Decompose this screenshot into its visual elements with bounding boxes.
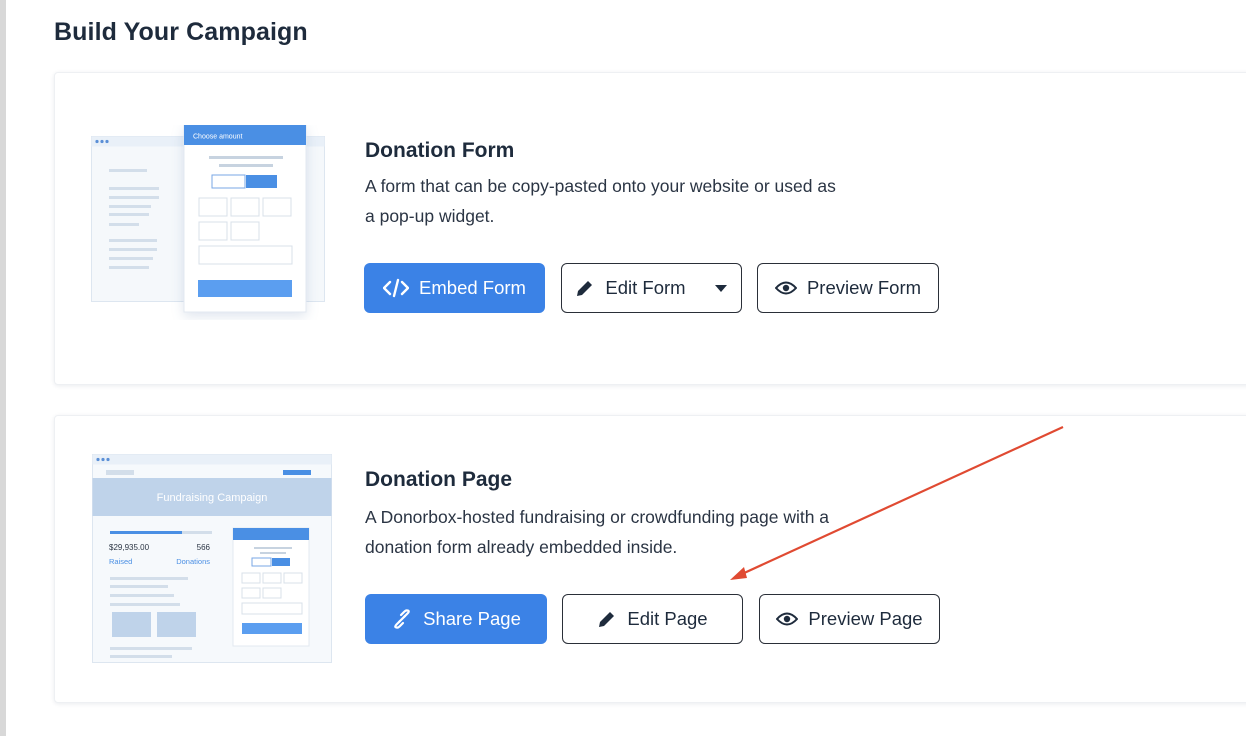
edit-form-label: Edit Form (605, 277, 686, 298)
edit-form-button[interactable]: Edit Form (561, 263, 742, 313)
link-icon (394, 609, 410, 629)
donation-page-description: A Donorbox-hosted fundraising or crowdfu… (365, 507, 830, 557)
donation-page-card: Fundraising Campaign $29,935.00 566 Rais… (54, 415, 1246, 703)
embed-form-label: Embed Form (419, 277, 526, 298)
thumbnail-donations-label: Donations (176, 557, 210, 566)
eye-icon (774, 281, 797, 295)
embed-form-button[interactable]: Embed Form (364, 263, 545, 313)
eye-icon (776, 612, 799, 626)
caret-down-icon[interactable] (714, 283, 728, 293)
donation-page-thumbnail: Fundraising Campaign $29,935.00 566 Rais… (92, 454, 332, 663)
donation-form-title: Donation Form (365, 139, 515, 162)
preview-form-label: Preview Form (806, 277, 922, 298)
left-border (0, 0, 6, 736)
thumbnail-raised-label: Raised (109, 557, 132, 566)
preview-page-button[interactable]: Preview Page (759, 594, 940, 644)
thumbnail-banner: Fundraising Campaign (157, 492, 268, 504)
preview-form-button[interactable]: Preview Form (757, 263, 939, 313)
share-page-label: Share Page (423, 608, 521, 629)
donation-page-title: Donation Page (365, 468, 513, 491)
edit-page-label: Edit Page (627, 608, 708, 629)
section-title: Build Your Campaign (54, 18, 308, 46)
thumbnail-donations-count: 566 (197, 543, 211, 552)
edit-page-button[interactable]: Edit Page (562, 594, 743, 644)
thumbnail-header-label: Choose amount (193, 134, 242, 141)
donation-form-description: A form that can be copy-pasted onto your… (365, 176, 836, 226)
donation-form-card: Choose amount Donation Form A form that … (54, 72, 1246, 385)
pencil-icon (599, 612, 615, 627)
preview-page-label: Preview Page (808, 608, 923, 629)
code-icon (383, 278, 410, 298)
donation-form-thumbnail: Choose amount (91, 125, 325, 313)
pencil-icon (577, 281, 593, 296)
share-page-button[interactable]: Share Page (365, 594, 547, 644)
thumbnail-raised-amount: $29,935.00 (109, 543, 150, 552)
